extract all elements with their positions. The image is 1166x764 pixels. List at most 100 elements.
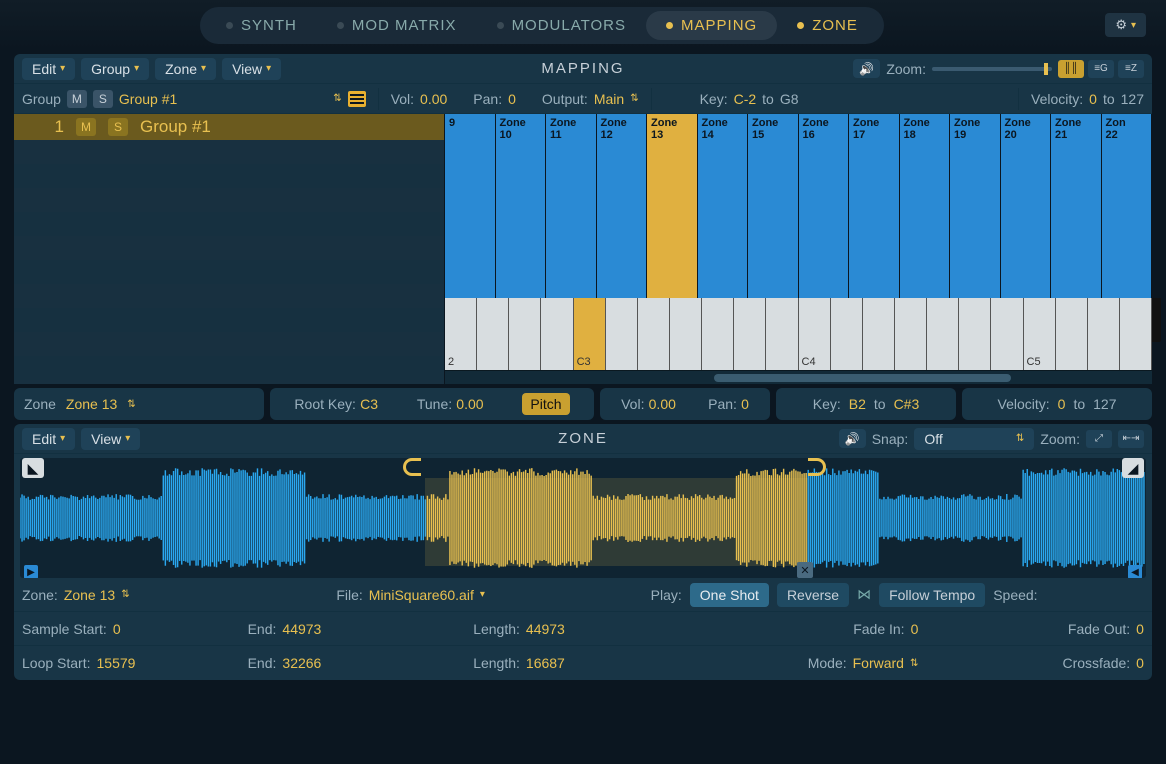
white-key[interactable]: [927, 298, 959, 370]
zone-name[interactable]: Zone 13: [64, 587, 115, 603]
root-key[interactable]: C3: [360, 396, 378, 412]
piano-keyboard[interactable]: 2C3C4C5: [445, 298, 1152, 370]
settings-button[interactable]: ⚙▾: [1105, 13, 1146, 37]
mute-button[interactable]: M: [76, 118, 96, 136]
zone-cell[interactable]: 9: [445, 114, 496, 298]
vel-high[interactable]: 127: [1093, 396, 1116, 412]
view-menu[interactable]: View▾: [222, 58, 281, 80]
white-key[interactable]: C4: [799, 298, 831, 370]
zone-cell[interactable]: Zone12: [597, 114, 648, 298]
vel-high[interactable]: 127: [1121, 91, 1144, 107]
zone-cell[interactable]: Zone17: [849, 114, 900, 298]
key-high[interactable]: C#3: [894, 396, 920, 412]
loop-start-icon[interactable]: [403, 458, 421, 476]
one-shot-button[interactable]: One Shot: [690, 583, 769, 607]
white-key[interactable]: [477, 298, 509, 370]
end-marker-icon[interactable]: ◢: [1122, 458, 1144, 478]
scrollbar-thumb[interactable]: [714, 374, 1011, 382]
nav-left-icon[interactable]: ▶: [24, 565, 38, 578]
vel-low[interactable]: 0: [1058, 396, 1066, 412]
zoom-fit-icon[interactable]: ⇤⇥: [1118, 430, 1144, 448]
fade-in[interactable]: 0: [911, 621, 919, 637]
group-menu[interactable]: Group▾: [81, 58, 149, 80]
output-value[interactable]: Main: [594, 91, 624, 107]
flex-icon[interactable]: [857, 586, 871, 603]
white-key[interactable]: [895, 298, 927, 370]
white-key[interactable]: [638, 298, 670, 370]
white-key[interactable]: [1120, 298, 1152, 370]
waveform-display[interactable]: ◣ ◢ ✕ ▶ ◀: [20, 458, 1146, 578]
loop-end[interactable]: 32266: [282, 655, 321, 671]
tab-modulators[interactable]: MODULATORS: [477, 11, 646, 40]
horizontal-scrollbar[interactable]: [445, 370, 1152, 384]
white-key[interactable]: [1088, 298, 1120, 370]
follow-tempo-button[interactable]: Follow Tempo: [879, 583, 985, 607]
vel-low[interactable]: 0: [1089, 91, 1097, 107]
tab-mapping[interactable]: MAPPING: [646, 11, 777, 40]
solo-button[interactable]: S: [93, 90, 113, 108]
audition-button[interactable]: [839, 429, 866, 448]
white-key[interactable]: [766, 298, 798, 370]
pitch-button[interactable]: Pitch: [522, 393, 569, 415]
zone-cell[interactable]: Zone16: [799, 114, 850, 298]
audition-button[interactable]: [853, 59, 880, 78]
white-key[interactable]: [541, 298, 573, 370]
key-low[interactable]: B2: [849, 396, 866, 412]
tab-zone[interactable]: ZONE: [777, 11, 878, 40]
zone-cell[interactable]: Zone11: [546, 114, 597, 298]
vol-value[interactable]: 0.00: [420, 91, 447, 107]
white-key[interactable]: C5: [1024, 298, 1056, 370]
edit-menu[interactable]: Edit▾: [22, 58, 75, 80]
group-row[interactable]: 1 M S Group #1: [14, 114, 444, 140]
zone-selector-box[interactable]: Zone Zone 13 ⇅: [14, 388, 264, 420]
sample-end[interactable]: 44973: [282, 621, 321, 637]
start-marker-icon[interactable]: ◣: [22, 458, 44, 478]
white-key[interactable]: [863, 298, 895, 370]
view-mode-bars-icon[interactable]: ║║: [1058, 60, 1084, 78]
pan-value[interactable]: 0: [741, 396, 749, 412]
tab-mod-matrix[interactable]: MOD MATRIX: [317, 11, 477, 40]
zone-cell[interactable]: Zone14: [698, 114, 749, 298]
view-menu[interactable]: View▾: [81, 428, 140, 450]
crossfade[interactable]: 0: [1136, 655, 1144, 671]
zone-cell[interactable]: Zone19: [950, 114, 1001, 298]
zoom-slider[interactable]: [932, 67, 1052, 71]
loop-start[interactable]: 15579: [97, 655, 136, 671]
group-selector[interactable]: Group #1 ⇅: [119, 91, 366, 107]
view-mode-group-icon[interactable]: ≡G: [1088, 60, 1114, 78]
zone-cell[interactable]: Zone20: [1001, 114, 1052, 298]
white-key[interactable]: [670, 298, 702, 370]
view-mode-zone-icon[interactable]: ≡Z: [1118, 60, 1144, 78]
zone-cell[interactable]: Zone21: [1051, 114, 1102, 298]
loop-length[interactable]: 16687: [526, 655, 565, 671]
white-key[interactable]: [959, 298, 991, 370]
sample-start[interactable]: 0: [113, 621, 121, 637]
nav-right-icon[interactable]: ◀: [1128, 565, 1142, 578]
white-key[interactable]: [1056, 298, 1088, 370]
zone-strip[interactable]: 9Zone10Zone11Zone12Zone13Zone14Zone15Zon…: [445, 114, 1152, 298]
white-key[interactable]: [991, 298, 1023, 370]
white-key[interactable]: [702, 298, 734, 370]
white-key[interactable]: [509, 298, 541, 370]
zone-cell[interactable]: Zone10: [496, 114, 547, 298]
tune-value[interactable]: 0.00: [456, 396, 483, 412]
reverse-button[interactable]: Reverse: [777, 583, 849, 607]
zone-menu[interactable]: Zone▾: [155, 58, 216, 80]
zone-cell[interactable]: Zone18: [900, 114, 951, 298]
zone-cell[interactable]: Zon22: [1102, 114, 1153, 298]
white-key[interactable]: [606, 298, 638, 370]
sample-length[interactable]: 44973: [526, 621, 565, 637]
mute-button[interactable]: M: [67, 90, 87, 108]
zone-cell[interactable]: Zone13: [647, 114, 698, 298]
white-key[interactable]: [831, 298, 863, 370]
solo-button[interactable]: S: [108, 118, 128, 136]
white-key[interactable]: [734, 298, 766, 370]
vol-value[interactable]: 0.00: [649, 396, 676, 412]
fade-out[interactable]: 0: [1136, 621, 1144, 637]
pan-value[interactable]: 0: [508, 91, 516, 107]
tab-synth[interactable]: SYNTH: [206, 11, 317, 40]
zoom-vertical-icon[interactable]: ⤢: [1086, 430, 1112, 448]
key-high[interactable]: G8: [780, 91, 799, 107]
edit-menu[interactable]: Edit▾: [22, 428, 75, 450]
snap-select[interactable]: Off⇅: [914, 428, 1034, 450]
